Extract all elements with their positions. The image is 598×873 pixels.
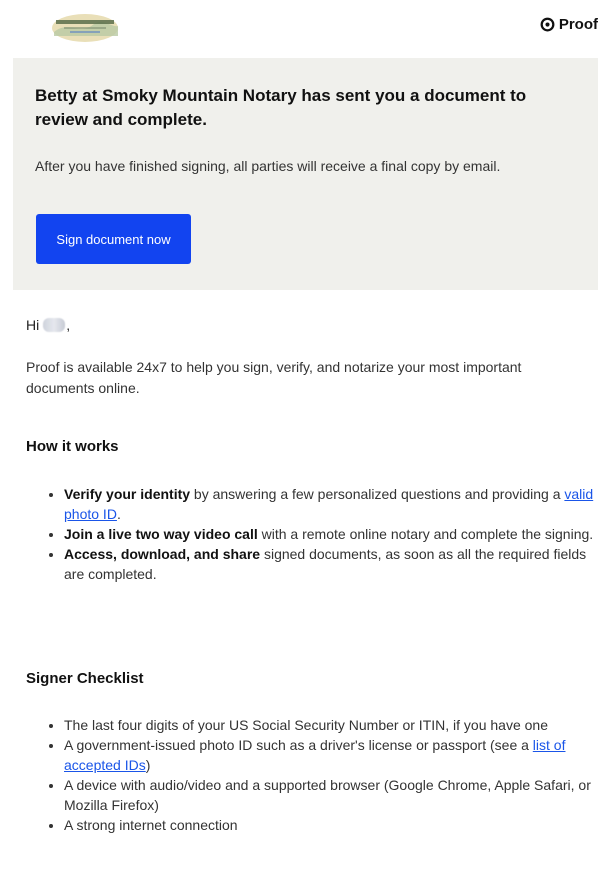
list-item: Join a live two way video call with a re…: [64, 524, 598, 544]
intro-text: Proof is available 24x7 to help you sign…: [26, 359, 522, 396]
how-it-works-heading: How it works: [26, 438, 119, 455]
greeting-suffix: ,: [66, 317, 71, 333]
signer-checklist-list: The last four digits of your US Social S…: [44, 715, 598, 835]
item-text: A government-issued photo ID such as a d…: [64, 737, 533, 753]
list-item: A device with audio/video and a supporte…: [64, 775, 598, 815]
hero-panel: Betty at Smoky Mountain Notary has sent …: [13, 58, 598, 290]
item-text: The last four digits of your US Social S…: [64, 717, 548, 733]
item-text: A device with audio/video and a supporte…: [64, 777, 591, 813]
item-bold: Access, download, and share: [64, 546, 261, 562]
item-after: .: [116, 506, 121, 522]
list-item: A strong internet connection: [64, 815, 598, 835]
hero-title: Betty at Smoky Mountain Notary has sent …: [35, 86, 527, 129]
greeting-prefix: Hi: [26, 317, 40, 333]
list-item: The last four digits of your US Social S…: [64, 715, 598, 735]
item-bold: Join a live two way video call: [64, 526, 258, 542]
list-item: Verify your identity by answering a few …: [64, 484, 598, 524]
smoky-mountain-notary-logo: [50, 10, 120, 44]
proof-logo-icon: [540, 17, 555, 32]
proof-brand[interactable]: Proof: [540, 16, 598, 33]
item-after: ): [145, 757, 151, 773]
list-item: A government-issued photo ID such as a d…: [64, 735, 598, 775]
redacted-name: [43, 318, 66, 332]
item-text: with a remote online notary and complete…: [257, 526, 594, 542]
greeting: Hi ,: [26, 315, 70, 335]
item-text: A strong internet connection: [64, 817, 238, 833]
sign-document-button[interactable]: Sign document now: [36, 214, 191, 264]
how-it-works-list: Verify your identity by answering a few …: [44, 484, 598, 584]
email-header: Proof: [0, 0, 598, 58]
brand-name: Proof: [558, 16, 598, 33]
signer-checklist-heading: Signer Checklist: [26, 670, 144, 687]
item-text: by answering a few personalized question…: [190, 486, 565, 502]
list-item: Access, download, and share signed docum…: [64, 544, 598, 584]
item-bold: Verify your identity: [64, 486, 191, 502]
hero-subtitle: After you have finished signing, all par…: [35, 158, 501, 174]
